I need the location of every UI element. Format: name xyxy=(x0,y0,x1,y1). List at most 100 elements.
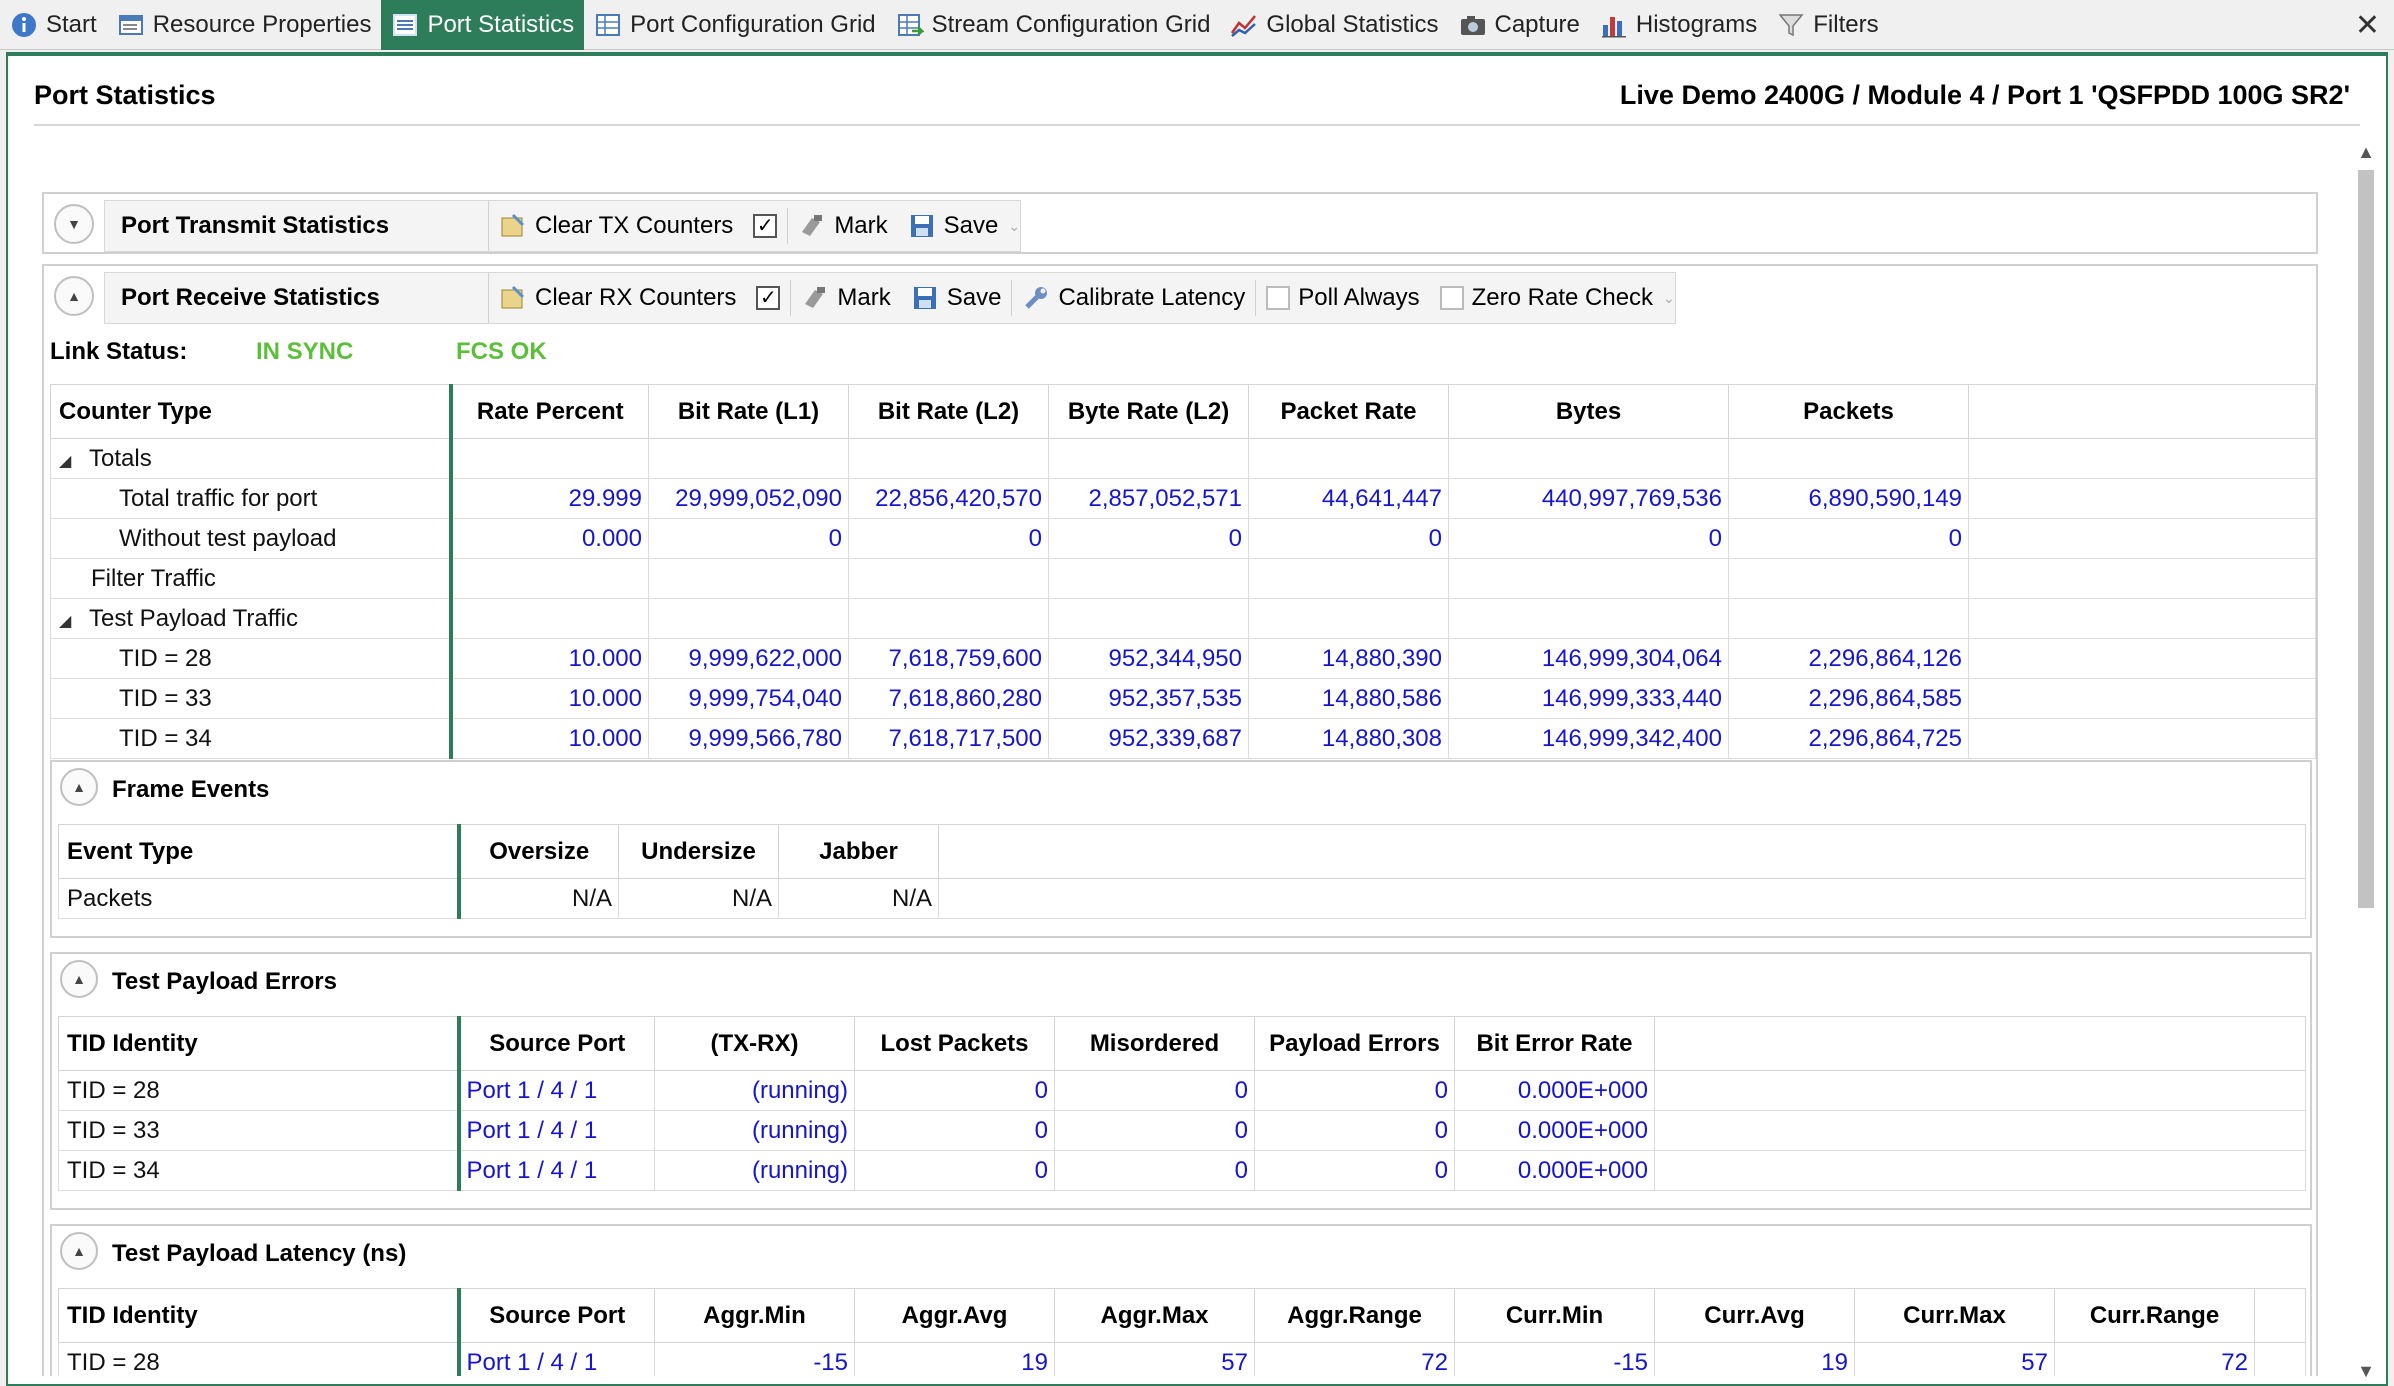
column-header[interactable]: Curr.Max xyxy=(1854,1288,2055,1343)
table-row[interactable]: TID = 33 Port 1 / 4 / 1 (running) 0 0 0 0.000E… xyxy=(58,1110,2306,1151)
stat-value-cell xyxy=(1048,558,1249,599)
clear-rx-counters-button[interactable]: Clear RX Counters xyxy=(489,273,746,323)
column-header[interactable]: Counter Type xyxy=(50,384,453,439)
column-header[interactable]: Rate Percent xyxy=(450,384,649,439)
latency-value-cell: -15 xyxy=(1454,1342,1655,1376)
column-header[interactable]: Source Port xyxy=(458,1016,655,1071)
table-row[interactable]: Packets N/A N/A N/A xyxy=(58,878,2306,919)
rx-collapse-button[interactable]: ▲ xyxy=(54,276,94,316)
stat-value-cell xyxy=(648,558,849,599)
column-header[interactable]: Aggr.Max xyxy=(1054,1288,1255,1343)
table-row[interactable]: Filter Traffic xyxy=(50,558,2316,599)
tx-mark-button[interactable]: Mark xyxy=(788,201,897,251)
rx-mark-button[interactable]: Mark xyxy=(791,273,900,323)
statistics-scroll-area[interactable]: ▼ Port Transmit Statistics Clear TX Coun… xyxy=(34,136,2372,1376)
stat-value-cell: 2,857,052,571 xyxy=(1048,478,1249,519)
rx-counters-checkbox[interactable]: ✓ xyxy=(746,273,790,323)
expand-toggle-icon[interactable]: ◢ xyxy=(59,611,89,631)
tab-stream-configuration-grid[interactable]: Stream Configuration Grid xyxy=(886,0,1221,50)
payload-errors-table: TID Identity Source Port (TX-RX) Lost Packe… xyxy=(58,1016,2306,1191)
stat-value-cell xyxy=(648,598,849,639)
rx-save-button[interactable]: Save xyxy=(901,273,1012,323)
column-header[interactable]: Aggr.Min xyxy=(654,1288,855,1343)
close-tab-button[interactable]: ✕ xyxy=(2355,8,2380,43)
test-payload-errors-section: ▲ Test Payload Errors TID Identity Source… xyxy=(50,952,2312,1210)
column-header[interactable]: Aggr.Avg xyxy=(854,1288,1055,1343)
tx-check-icon: ✓ xyxy=(753,214,778,238)
tab-global-statistics[interactable]: Global Statistics xyxy=(1220,0,1448,50)
expand-toggle-icon[interactable]: ◢ xyxy=(59,451,89,471)
toolbar-overflow-icon[interactable]: ⌄ xyxy=(1008,218,1020,235)
table-row[interactable]: TID = 34 Port 1 / 4 / 1 (running) 0 0 0 0.000E… xyxy=(58,1150,2306,1191)
scroll-up-icon[interactable]: ▲ xyxy=(2354,142,2378,163)
column-header[interactable]: Source Port xyxy=(458,1288,655,1343)
table-row[interactable]: Total traffic for port 29.999 29,999,052,0… xyxy=(50,478,2316,519)
payload-errors-collapse-button[interactable]: ▲ xyxy=(60,960,98,998)
poll-always-checkbox[interactable]: Poll Always xyxy=(1256,273,1429,323)
rx-statistics-table: Counter Type Rate Percent Bit Rate (L1) Bit… xyxy=(50,384,2316,759)
tab-capture[interactable]: Capture xyxy=(1449,0,1590,50)
tab-histograms[interactable]: Histograms xyxy=(1590,0,1767,50)
stat-value-cell: 146,999,333,440 xyxy=(1448,678,1729,719)
tx-counters-checkbox[interactable]: ✓ xyxy=(743,201,787,251)
calibrate-latency-button[interactable]: Calibrate Latency xyxy=(1012,273,1255,323)
table-row[interactable]: TID = 33 10.000 9,999,754,040 7,618,860,280… xyxy=(50,678,2316,719)
stat-value-cell: 2,296,864,725 xyxy=(1728,718,1969,759)
tx-collapse-button[interactable]: ▼ xyxy=(54,204,94,244)
table-row[interactable]: TID = 34 10.000 9,999,566,780 7,618,717,500… xyxy=(50,718,2316,759)
column-header[interactable]: Payload Errors xyxy=(1254,1016,1455,1071)
table-row[interactable]: ◢ Test Payload Traffic xyxy=(50,598,2316,639)
column-header[interactable]: Curr.Avg xyxy=(1654,1288,1855,1343)
source-port-link[interactable]: Port 1 / 4 / 1 xyxy=(458,1110,655,1151)
tab-label: Start xyxy=(46,10,97,38)
filler-cell xyxy=(938,878,2306,919)
column-header[interactable]: Curr.Range xyxy=(2054,1288,2255,1343)
source-port-link[interactable]: Port 1 / 4 / 1 xyxy=(458,1070,655,1111)
column-header[interactable]: Event Type xyxy=(58,824,461,879)
column-header[interactable]: TID Identity xyxy=(58,1016,461,1071)
column-header[interactable]: Bit Error Rate xyxy=(1454,1016,1655,1071)
column-header[interactable]: Misordered xyxy=(1054,1016,1255,1071)
table-row[interactable]: Without test payload 0.000 0 0 0 0 0 0 xyxy=(50,518,2316,559)
tab-filters[interactable]: Filters xyxy=(1767,0,1888,50)
column-header[interactable]: Packet Rate xyxy=(1248,384,1449,439)
scroll-down-icon[interactable]: ▼ xyxy=(2354,1361,2378,1382)
stat-value-cell: 7,618,860,280 xyxy=(848,678,1049,719)
table-row[interactable]: TID = 28 10.000 9,999,622,000 7,618,759,600… xyxy=(50,638,2316,679)
frame-events-collapse-button[interactable]: ▲ xyxy=(60,768,98,806)
tab-resource-properties[interactable]: Resource Properties xyxy=(107,0,382,50)
tab-start[interactable]: Start xyxy=(0,0,107,50)
tab-port-statistics[interactable]: Port Statistics xyxy=(381,0,585,50)
tab-label: Histograms xyxy=(1635,10,1758,38)
column-header[interactable]: (TX-RX) xyxy=(654,1016,855,1071)
filler-cell xyxy=(1654,1150,2306,1191)
scrollbar-thumb[interactable] xyxy=(2358,170,2374,908)
column-header[interactable]: Byte Rate (L2) xyxy=(1048,384,1249,439)
zero-rate-check-checkbox[interactable]: Zero Rate Check xyxy=(1430,273,1663,323)
table-row[interactable]: TID = 28 Port 1 / 4 / 1 -15 19 57 72 -15 19 57 72 xyxy=(58,1342,2306,1376)
vertical-scrollbar[interactable]: ▲ ▼ xyxy=(2354,142,2378,1382)
column-header[interactable]: Packets xyxy=(1728,384,1969,439)
source-port-link[interactable]: Port 1 / 4 / 1 xyxy=(458,1342,655,1376)
column-header[interactable]: Undersize xyxy=(618,824,779,879)
column-header[interactable]: Aggr.Range xyxy=(1254,1288,1455,1343)
column-header[interactable]: Oversize xyxy=(458,824,619,879)
column-header[interactable]: Bytes xyxy=(1448,384,1729,439)
tab-port-configuration-grid[interactable]: Port Configuration Grid xyxy=(584,0,885,50)
source-port-link[interactable]: Port 1 / 4 / 1 xyxy=(458,1150,655,1191)
table-row[interactable]: ◢ Totals xyxy=(50,438,2316,479)
latency-collapse-button[interactable]: ▲ xyxy=(60,1232,98,1270)
column-header[interactable]: Curr.Min xyxy=(1454,1288,1655,1343)
column-header[interactable]: Jabber xyxy=(778,824,939,879)
column-header[interactable]: TID Identity xyxy=(58,1288,461,1343)
toolbar-overflow-icon[interactable]: ⌄ xyxy=(1663,290,1675,307)
column-header[interactable]: Bit Rate (L1) xyxy=(648,384,849,439)
column-header[interactable]: Lost Packets xyxy=(854,1016,1055,1071)
tx-save-button[interactable]: Save xyxy=(898,201,1009,251)
table-row[interactable]: TID = 28 Port 1 / 4 / 1 (running) 0 0 0 0.000E… xyxy=(58,1070,2306,1111)
column-header[interactable]: Bit Rate (L2) xyxy=(848,384,1049,439)
error-value-cell: 0.000E+000 xyxy=(1454,1070,1655,1111)
stat-value-cell xyxy=(450,598,649,639)
clear-tx-counters-button[interactable]: Clear TX Counters xyxy=(489,201,743,251)
filler-cell xyxy=(1968,558,2316,599)
